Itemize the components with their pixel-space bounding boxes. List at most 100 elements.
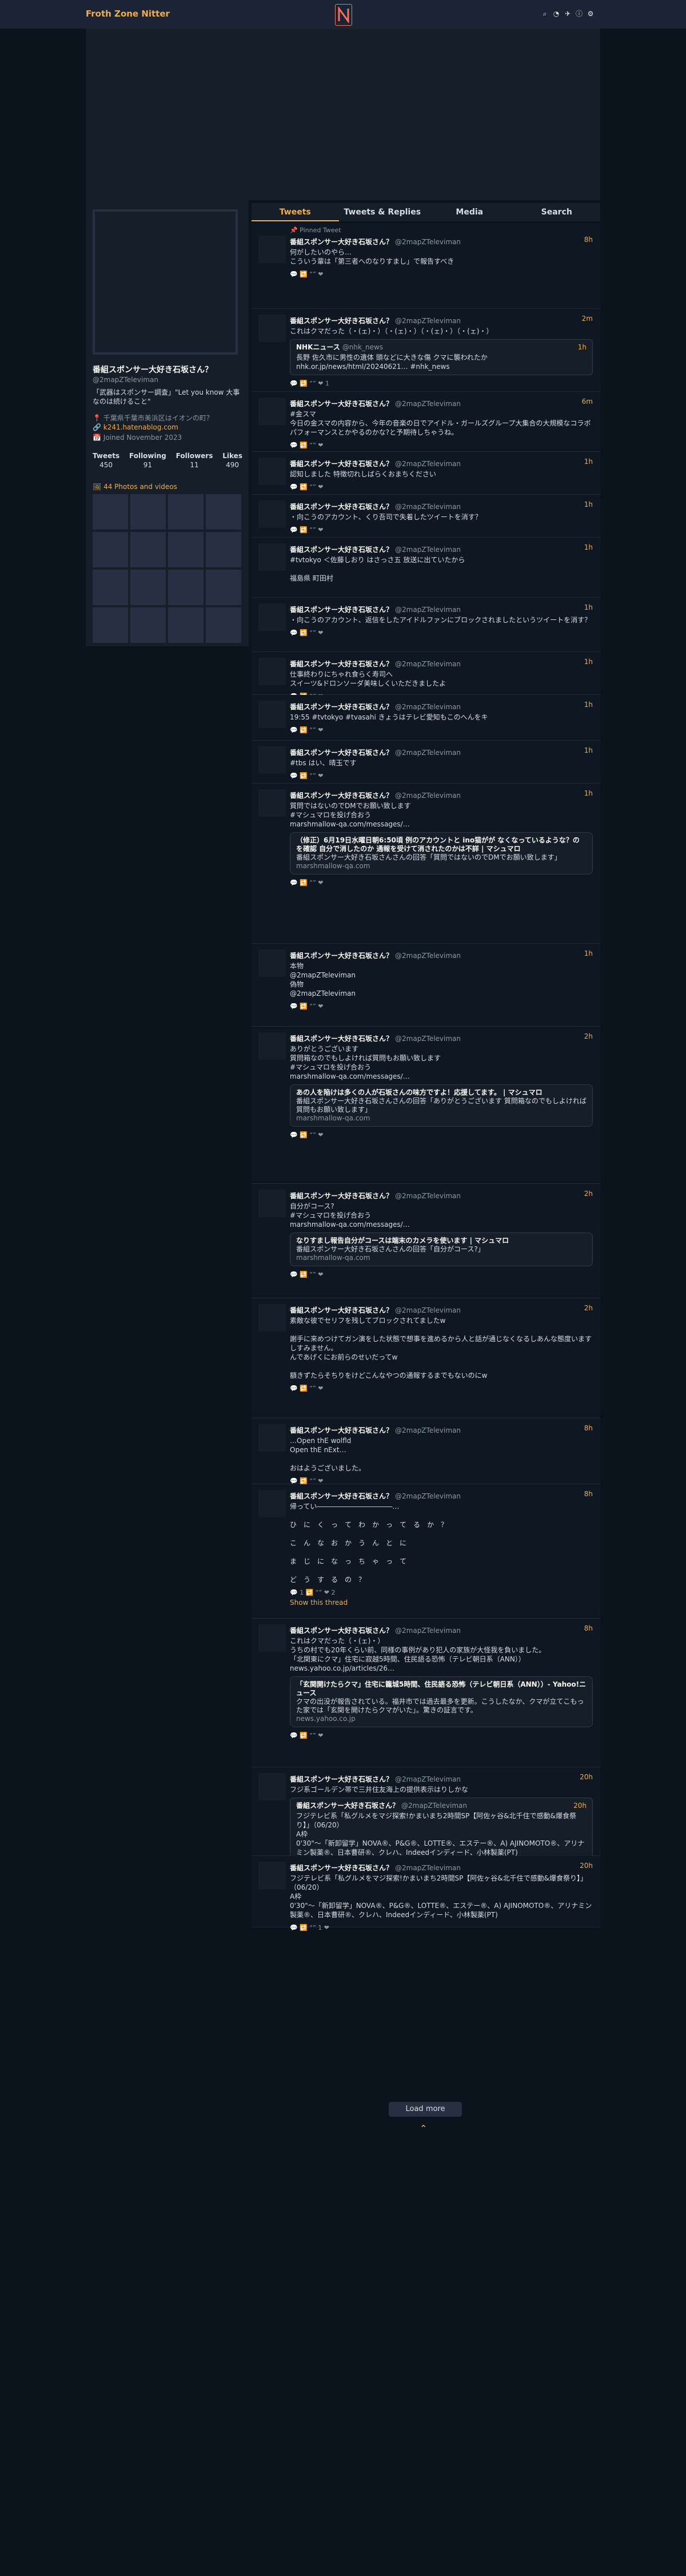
tweet-stats[interactable]: 💬 🔁 “” ❤ (290, 1003, 593, 1010)
tweet[interactable]: 番組スポンサー大好き石坂さん？ @2mapZTeleviman 8h 帰ってい――… (252, 1484, 600, 1619)
tweet[interactable]: 番組スポンサー大好き石坂さん？ @2mapZTeleviman 1h 認知しました… (252, 452, 600, 495)
tweet-date[interactable]: 2h (584, 1304, 593, 1312)
scroll-top-icon[interactable]: ⌃ (420, 2123, 427, 2134)
tweet-stats[interactable]: 💬 🔁 “” ❤ (290, 271, 593, 278)
tweet[interactable]: 番組スポンサー大好き石坂さん？ @2mapZTeleviman 8h …Open … (252, 1418, 600, 1495)
tweet-date[interactable]: 2h (584, 1190, 593, 1198)
tweet-author-name[interactable]: 番組スポンサー大好き石坂さん？ (290, 952, 393, 960)
tweet-author-name[interactable]: 番組スポンサー大好き石坂さん？ (290, 317, 393, 325)
stat-followers[interactable]: Followers 11 (176, 452, 213, 469)
photo-thumb[interactable] (93, 532, 128, 567)
tweet-stats[interactable]: 💬 🔁 “” ❤ (290, 1385, 593, 1392)
load-more-button[interactable]: Load more (389, 2102, 462, 2117)
tweet-date[interactable]: 1h (584, 500, 593, 508)
tweet-date[interactable]: 8h (584, 1624, 593, 1632)
tweet-author-handle[interactable]: @2mapZTeleviman (395, 400, 461, 408)
link-card[interactable]: 「玄関開けたらクマ」住宅に籠城5時間、住民語る恐怖（テレビ朝日系（ANN））- … (290, 1676, 593, 1727)
tweet[interactable]: 番組スポンサー大好き石坂さん？ @2mapZTeleviman 8h これはクマだ… (252, 1619, 600, 1767)
photo-thumb[interactable] (130, 607, 166, 643)
photo-thumb[interactable] (168, 570, 204, 605)
tweet-author-name[interactable]: 番組スポンサー大好き石坂さん？ (290, 460, 393, 468)
tweet-author-handle[interactable]: @2mapZTeleviman (395, 317, 461, 325)
tweet[interactable]: 番組スポンサー大好き石坂さん？ @2mapZTeleviman 20h フジ系ゴー… (252, 1767, 600, 1861)
tweet-avatar[interactable] (258, 543, 286, 571)
tweet-stats[interactable]: 💬 🔁 “” ❤ (290, 1732, 593, 1739)
tweet-avatar[interactable] (258, 1032, 286, 1060)
tweet[interactable]: 番組スポンサー大好き石坂さん？ @2mapZTeleviman 2h 自分がコース… (252, 1184, 600, 1298)
link-card[interactable]: （修正）6月19日水曜日朝6:50頃 例のアカウントと ino猫がが なくなって… (290, 832, 593, 874)
tweet-date[interactable]: 20h (580, 1862, 593, 1870)
tweet-author-name[interactable]: 番組スポンサー大好き石坂さん？ (290, 703, 393, 711)
search-icon[interactable]: ⌕ (541, 10, 549, 18)
tweet[interactable]: 番組スポンサー大好き石坂さん？ @2mapZTeleviman 2h ありがとうご… (252, 1027, 600, 1184)
tweet-author-handle[interactable]: @2mapZTeleviman (395, 703, 461, 711)
profile-website[interactable]: 🔗 k241.hatenablog.com (93, 423, 178, 431)
tweet-avatar[interactable] (258, 789, 286, 817)
photo-thumb[interactable] (206, 570, 241, 605)
tweet[interactable]: 番組スポンサー大好き石坂さん？ @2mapZTeleviman 2h 素敵な彼でセ… (252, 1298, 600, 1418)
tweet[interactable]: 番組スポンサー大好き石坂さん？ @2mapZTeleviman 6m #金スマ 今… (252, 392, 600, 452)
tweet-author-name[interactable]: 番組スポンサー大好き石坂さん？ (290, 1864, 393, 1872)
tweet-author-name[interactable]: 番組スポンサー大好き石坂さん？ (290, 1426, 393, 1434)
tweet-author-handle[interactable]: @2mapZTeleviman (395, 749, 461, 757)
tweet-author-name[interactable]: 番組スポンサー大好き石坂さん？ (290, 1627, 393, 1635)
show-thread-link[interactable]: Show this thread (290, 1599, 593, 1607)
tweet[interactable]: 番組スポンサー大好き石坂さん？ @2mapZTeleviman 20h フジテレビ… (252, 1856, 600, 1931)
tab-search[interactable]: Search (513, 203, 601, 221)
tweet-stats[interactable]: 💬 🔁 “” ❤ (290, 483, 593, 491)
tweet-avatar[interactable] (258, 500, 286, 528)
tweet-author-handle[interactable]: @2mapZTeleviman (395, 546, 461, 554)
tweet-avatar[interactable] (258, 1773, 286, 1800)
tweet-avatar[interactable] (258, 236, 286, 263)
tweet-avatar[interactable] (258, 701, 286, 728)
info-icon[interactable]: ⓘ (575, 10, 583, 18)
tweet-date[interactable]: 1h (584, 949, 593, 957)
tweet-date[interactable]: 1h (584, 701, 593, 709)
tweet-stats[interactable]: 💬 🔁 “” ❤ (290, 1271, 593, 1278)
quoted-tweet[interactable]: NHKニュース @nhk_news 1h 長野 佐久市に男性の遺体 頭などに大きな… (290, 339, 593, 375)
tweet-author-handle[interactable]: @2mapZTeleviman (395, 792, 461, 800)
tweet-date[interactable]: 1h (584, 658, 593, 666)
profile-handle[interactable]: @2mapZTeleviman (93, 376, 158, 384)
tweet-author-name[interactable]: 番組スポンサー大好き石坂さん？ (290, 1306, 393, 1314)
tweet-date[interactable]: 8h (584, 1490, 593, 1498)
tweet-avatar[interactable] (258, 1190, 286, 1217)
tweet-date[interactable]: 1h (584, 789, 593, 797)
tweet-stats[interactable]: 💬 🔁 “” ❤ (290, 629, 593, 637)
tweet-stats[interactable]: 💬 🔁 “” ❤ 1 (290, 380, 593, 387)
tweet-date[interactable]: 8h (584, 236, 593, 244)
photo-thumb[interactable] (130, 532, 166, 567)
tweet-author-name[interactable]: 番組スポンサー大好き石坂さん？ (290, 546, 393, 554)
profile-banner[interactable] (86, 29, 600, 200)
tweet-stats[interactable]: 💬 🔁 “” ❤ (290, 1131, 593, 1139)
tweet-author-handle[interactable]: @2mapZTeleviman (395, 606, 461, 614)
photo-thumb[interactable] (206, 494, 241, 530)
tweet[interactable]: 番組スポンサー大好き石坂さん？ @2mapZTeleviman 1h 19:55 … (252, 695, 600, 741)
photo-thumb[interactable] (168, 532, 204, 567)
tweet-avatar[interactable] (258, 458, 286, 485)
tweet-stats[interactable]: 💬 🔁 “” ❤ (290, 442, 593, 449)
photo-thumb[interactable] (168, 607, 204, 643)
gear-icon[interactable]: ⚙ (587, 10, 595, 18)
tweet-date[interactable]: 8h (584, 1424, 593, 1432)
tweet[interactable]: 📌 Pinned Tweet 番組スポンサー大好き石坂さん？ @2mapZTele… (252, 223, 600, 309)
profile-avatar[interactable] (93, 209, 238, 355)
tweet-avatar[interactable] (258, 397, 286, 425)
tweet-date[interactable]: 1h (584, 603, 593, 611)
rss-icon[interactable]: ◔ (552, 10, 560, 18)
tweet-author-name[interactable]: 番組スポンサー大好き石坂さん？ (290, 792, 393, 800)
tweet-date[interactable]: 2h (584, 1032, 593, 1040)
tweet-author-handle[interactable]: @2mapZTeleviman (395, 952, 461, 960)
tweet-stats[interactable]: 💬 1 🔁 “” ❤ 2 (290, 1589, 593, 1596)
tweet-date[interactable]: 20h (580, 1773, 593, 1781)
tweet-author-handle[interactable]: @2mapZTeleviman (395, 1775, 461, 1783)
tweet[interactable]: 番組スポンサー大好き石坂さん？ @2mapZTeleviman 2m これはクマだ… (252, 309, 600, 392)
tweet-date[interactable]: 1h (584, 746, 593, 754)
tweet-avatar[interactable] (258, 1862, 286, 1889)
tweet-author-name[interactable]: 番組スポンサー大好き石坂さん？ (290, 1035, 393, 1043)
photo-thumb[interactable] (93, 607, 128, 643)
tweet-avatar[interactable] (258, 603, 286, 631)
tweet-author-name[interactable]: 番組スポンサー大好き石坂さん？ (290, 660, 393, 668)
tweet-author-name[interactable]: 番組スポンサー大好き石坂さん？ (290, 606, 393, 614)
tweet-author-handle[interactable]: @2mapZTeleviman (395, 1306, 461, 1314)
